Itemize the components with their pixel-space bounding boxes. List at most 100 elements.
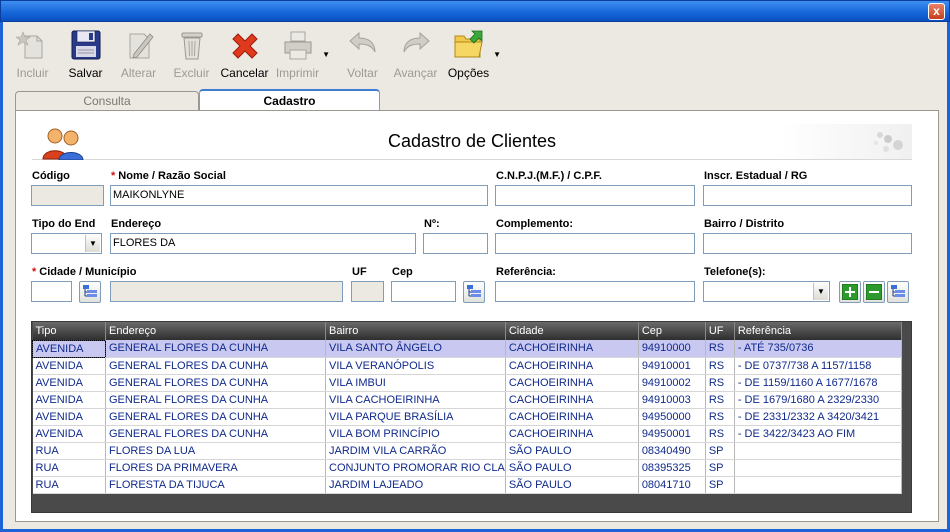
table-cell: SP <box>705 442 735 460</box>
telefone-select[interactable]: ▼ <box>703 281 830 302</box>
table-cell: RS <box>705 374 735 392</box>
list-lookup-icon <box>467 285 481 297</box>
column-header[interactable]: Referência <box>734 322 902 340</box>
cidade-name-input <box>110 281 343 302</box>
cidade-label: * Cidade / Município <box>32 266 136 278</box>
cep-input[interactable] <box>391 281 456 302</box>
opcoes-button[interactable]: Opções ▼ <box>442 26 501 82</box>
referencia-input[interactable] <box>495 281 695 302</box>
form-header: Cadastro de Clientes <box>32 124 912 160</box>
table-row[interactable]: AVENIDA GENERAL FLORES DA CUNHA VILA PARQU… <box>32 408 902 426</box>
remove-phone-button[interactable] <box>863 281 885 303</box>
voltar-button[interactable]: Voltar <box>336 26 389 82</box>
table-cell: CONJUNTO PROMORAR RIO CLA <box>325 459 506 477</box>
table-cell: GENERAL FLORES DA CUNHA <box>105 340 326 358</box>
chevron-down-icon[interactable]: ▼ <box>813 283 828 300</box>
endereco-input[interactable]: FLORES DA <box>110 233 416 254</box>
cidade-code-input[interactable] <box>31 281 72 302</box>
cidade-lookup-button[interactable] <box>79 281 101 303</box>
excluir-label: Excluir <box>173 66 210 80</box>
codigo-input[interactable] <box>31 185 104 206</box>
complemento-input[interactable] <box>495 233 695 254</box>
minus-icon <box>866 284 882 300</box>
numero-label: Nº: <box>424 218 440 230</box>
window-titlebar: x <box>0 0 950 22</box>
table-cell: JARDIM LAJEADO <box>325 476 506 494</box>
table-cell: - DE 0737/738 A 1157/1158 <box>734 357 902 375</box>
table-body: AVENIDA GENERAL FLORES DA CUNHA VILA SANTO… <box>32 339 902 494</box>
numero-input[interactable] <box>423 233 488 254</box>
table-cell: - DE 1679/1680 A 2329/2330 <box>734 391 902 409</box>
codigo-label: Código <box>32 170 70 182</box>
table-cell: AVENIDA <box>32 425 106 443</box>
referencia-label: Referência: <box>496 266 556 278</box>
imprimir-button[interactable]: Imprimir ▼ <box>271 26 330 82</box>
tipo-end-select[interactable]: ▼ <box>31 233 102 254</box>
bairro-input[interactable] <box>703 233 912 254</box>
table-header: Tipo Endereço Bairro Cidade Cep UF Referência <box>32 322 902 340</box>
chevron-down-icon[interactable]: ▼ <box>85 235 100 252</box>
table-cell: VILA PARQUE BRASÍLIA <box>325 408 506 426</box>
table-row[interactable]: AVENIDA GENERAL FLORES DA CUNHA VILA BOM P… <box>32 425 902 443</box>
column-header[interactable]: Cidade <box>505 322 639 340</box>
table-cell: SÃO PAULO <box>505 459 639 477</box>
incluir-button[interactable]: Incluir <box>6 26 59 82</box>
undo-arrow-icon <box>348 31 375 53</box>
table-cell: GENERAL FLORES DA CUNHA <box>105 425 326 443</box>
table-row[interactable]: RUA FLORES DA LUA JARDIM VILA CARRÃO SÃO PA… <box>32 442 902 460</box>
tab-consulta[interactable]: Consulta <box>15 91 199 110</box>
column-header[interactable]: Endereço <box>105 322 326 340</box>
table-cell: RS <box>705 340 735 358</box>
column-header[interactable]: Tipo <box>32 322 106 340</box>
table-row[interactable]: AVENIDA GENERAL FLORES DA CUNHA VILA SANTO… <box>32 339 902 358</box>
table-cell: RUA <box>32 459 106 477</box>
table-row[interactable]: RUA FLORESTA DA TIJUCA JARDIM LAJEADO SÃO P… <box>32 476 902 494</box>
table-cell: FLORESTA DA TIJUCA <box>105 476 326 494</box>
edit-doc-icon <box>129 33 154 59</box>
table-cell: RS <box>705 425 735 443</box>
table-row[interactable]: AVENIDA GENERAL FLORES DA CUNHA VILA IMBUI… <box>32 374 902 392</box>
table-row[interactable]: AVENIDA GENERAL FLORES DA CUNHA VILA VERAN… <box>32 357 902 375</box>
column-header[interactable]: Cep <box>638 322 706 340</box>
imprimir-dropdown-arrow-icon[interactable]: ▼ <box>322 50 330 59</box>
excluir-button[interactable]: Excluir <box>165 26 218 82</box>
table-cell: RS <box>705 391 735 409</box>
table-cell: RS <box>705 357 735 375</box>
cancelar-button[interactable]: Cancelar <box>218 26 271 82</box>
table-cell: - DE 1159/1160 A 1677/1678 <box>734 374 902 392</box>
required-mark: * <box>111 170 116 182</box>
table-cell: 94910003 <box>638 391 706 409</box>
table-cell: SP <box>705 459 735 477</box>
address-table: Tipo Endereço Bairro Cidade Cep UF Referência … <box>32 322 902 494</box>
salvar-button[interactable]: Salvar <box>59 26 112 82</box>
redo-arrow-icon <box>403 31 430 53</box>
opcoes-dropdown-arrow-icon[interactable]: ▼ <box>493 50 501 59</box>
cep-lookup-button[interactable] <box>463 281 485 303</box>
phone-list-button[interactable] <box>887 281 909 303</box>
table-row[interactable]: RUA FLORES DA PRIMAVERA CONJUNTO PROMORAR … <box>32 459 902 477</box>
avancar-button[interactable]: Avançar <box>389 26 442 82</box>
column-header[interactable]: Bairro <box>325 322 506 340</box>
cep-label: Cep <box>392 266 413 278</box>
inscr-input[interactable] <box>703 185 912 206</box>
cnpj-input[interactable] <box>495 185 695 206</box>
table-cell: GENERAL FLORES DA CUNHA <box>105 374 326 392</box>
list-lookup-icon <box>83 285 97 297</box>
table-cell: GENERAL FLORES DA CUNHA <box>105 408 326 426</box>
table-cell <box>734 476 902 494</box>
table-cell: CACHOEIRINHA <box>505 374 639 392</box>
table-cell: VILA VERANÓPOLIS <box>325 357 506 375</box>
tab-cadastro[interactable]: Cadastro <box>199 89 380 110</box>
table-cell: - ATÉ 735/0736 <box>734 340 902 358</box>
column-header[interactable]: UF <box>705 322 735 340</box>
table-cell: GENERAL FLORES DA CUNHA <box>105 357 326 375</box>
page-title: Cadastro de Clientes <box>387 131 557 151</box>
close-window-button[interactable]: x <box>928 3 945 20</box>
printer-icon <box>284 31 311 60</box>
table-cell: VILA CACHOEIRINHA <box>325 391 506 409</box>
add-phone-button[interactable] <box>839 281 861 303</box>
nome-input[interactable]: MAIKONLYNE <box>110 185 488 206</box>
alterar-button[interactable]: Alterar <box>112 26 165 82</box>
table-row[interactable]: AVENIDA GENERAL FLORES DA CUNHA VILA CACHO… <box>32 391 902 409</box>
add-doc-icon <box>15 31 42 59</box>
